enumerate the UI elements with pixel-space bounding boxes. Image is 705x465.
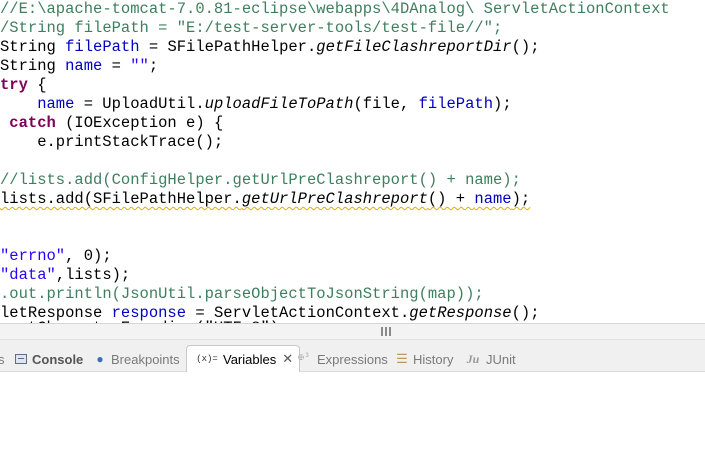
code-token: "" xyxy=(130,57,149,75)
code-token: (file, xyxy=(353,95,419,113)
code-token: .out.println(JsonUtil.parseObjectToJsonS… xyxy=(0,285,484,303)
code-token: getFileClashreportDir xyxy=(316,38,512,56)
code-token: ); xyxy=(511,190,531,208)
code-token: , 0); xyxy=(65,247,112,265)
code-line[interactable]: //lists.add(ConfigHelper.getUrlPreClashr… xyxy=(0,171,521,190)
code-token: //lists.add(ConfigHelper.getUrlPreClashr… xyxy=(0,171,521,189)
code-line[interactable]: name = UploadUtil.uploadFileToPath(file,… xyxy=(37,95,511,114)
tab-junit[interactable]: Ju JUnit xyxy=(463,346,516,372)
code-line[interactable]: "data",lists); xyxy=(0,266,130,285)
code-token: getUrlPreClashreport xyxy=(241,190,428,208)
code-token: "data" xyxy=(0,266,56,284)
code-token: (); xyxy=(511,38,540,56)
variables-icon: (x)= xyxy=(196,354,218,364)
bottom-panel-tabbar: s Console ● Breakpoints (x)= Variables ✕ ✠³ Expr… xyxy=(0,340,705,372)
code-token: "errno" xyxy=(0,247,66,265)
code-token: name xyxy=(37,95,75,113)
splitter-grip-icon[interactable] xyxy=(380,327,392,336)
code-token: /String filePath = "E:/test-server-tools… xyxy=(0,19,503,37)
code-line[interactable]: catch (IOException e) { xyxy=(9,114,223,133)
code-token: () + xyxy=(427,190,475,208)
tab-servers-partial[interactable]: s xyxy=(0,346,5,372)
code-token: name xyxy=(474,190,512,208)
code-token: getResponse xyxy=(409,304,512,322)
code-token: ,lists); xyxy=(55,266,131,284)
code-token: try xyxy=(0,76,28,94)
code-line[interactable]: .out.println(JsonUtil.parseObjectToJsonS… xyxy=(0,285,484,304)
code-token: //E:\apache-tomcat-7.0.81-eclipse\webapp… xyxy=(0,0,670,18)
tab-label: s xyxy=(0,351,5,367)
code-line[interactable]: /String filePath = "E:/test-server-tools… xyxy=(0,19,502,38)
code-token: = UploadUtil. xyxy=(74,95,205,113)
code-token: = SFilePathHelper. xyxy=(139,38,317,56)
code-line[interactable]: lists.add(SFilePathHelper.getUrlPreClash… xyxy=(0,190,530,209)
junit-icon: Ju xyxy=(466,352,480,366)
code-token: ); xyxy=(493,95,512,113)
tab-label: Variables xyxy=(223,351,277,367)
tab-label: Console xyxy=(32,351,84,367)
history-icon: ☰ xyxy=(396,351,408,366)
code-line[interactable]: String filePath = SFilePathHelper.getFil… xyxy=(0,38,540,57)
code-token: catch xyxy=(9,114,56,132)
code-token: uploadFileToPath xyxy=(204,95,354,113)
code-token: filePath xyxy=(418,95,494,113)
code-token: = xyxy=(102,57,131,75)
expressions-icon: ✠³ xyxy=(297,353,311,364)
tab-history[interactable]: ☰ History xyxy=(394,346,453,372)
tab-label: Breakpoints xyxy=(111,351,180,367)
code-token: ; xyxy=(148,57,159,75)
code-token: (IOException e) { xyxy=(55,114,224,132)
tab-breakpoints[interactable]: ● Breakpoints xyxy=(92,346,180,372)
code-line[interactable]: String name = ""; xyxy=(0,57,158,76)
code-token: filePath xyxy=(65,38,140,56)
code-token: { xyxy=(27,76,47,94)
code-line[interactable]: e.printStackTrace(); xyxy=(37,133,223,152)
code-token: String xyxy=(0,57,66,75)
code-line[interactable]: "errno", 0); xyxy=(0,247,112,266)
code-token: name xyxy=(65,57,103,75)
code-token: e.printStackTrace(); xyxy=(37,133,224,151)
code-editor[interactable]: //E:\apache-tomcat-7.0.81-eclipse\webapp… xyxy=(0,0,705,323)
tab-variables[interactable]: (x)= Variables ✕ xyxy=(186,345,301,372)
code-token: (); xyxy=(511,304,540,322)
code-line[interactable]: try { xyxy=(0,76,47,95)
breakpoints-icon: ● xyxy=(96,352,104,366)
code-line[interactable]: //E:\apache-tomcat-7.0.81-eclipse\webapp… xyxy=(0,0,670,19)
panel-splitter[interactable] xyxy=(0,323,705,340)
code-token: lists.add(SFilePathHelper. xyxy=(0,190,242,208)
variables-view xyxy=(0,372,705,465)
code-token: String xyxy=(0,38,66,56)
tab-label: JUnit xyxy=(486,351,516,367)
console-icon xyxy=(15,354,27,364)
tab-label: History xyxy=(413,351,454,367)
tab-expressions[interactable]: ✠³ Expressions xyxy=(294,346,388,372)
tab-label: Expressions xyxy=(317,351,388,367)
close-tab-icon[interactable]: ✕ xyxy=(282,351,293,367)
tab-console[interactable]: Console xyxy=(15,346,83,372)
